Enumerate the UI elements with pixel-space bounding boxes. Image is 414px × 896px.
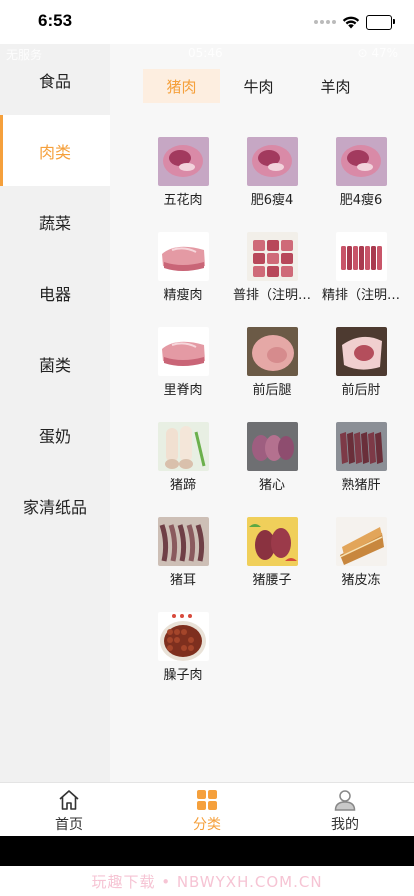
product-item[interactable]: 猪腰子 (228, 517, 316, 587)
tab-category[interactable]: 分类 (138, 783, 276, 837)
pig-trotters-image (157, 422, 209, 471)
pig-liver-image (335, 422, 387, 471)
tab-home-label: 首页 (55, 817, 83, 833)
product-item[interactable]: 熟猪肝 (317, 422, 405, 492)
sidebar-item-label: 肉类 (38, 142, 71, 162)
product-item[interactable]: 前后腿 (228, 327, 316, 397)
sidebar-item-label: 蔬菜 (38, 213, 71, 233)
category-grid-icon (197, 790, 217, 810)
product-label: 熟猪肝 (341, 477, 381, 492)
category-sidebar: 食品肉类蔬菜电器菌类蛋奶家清纸品 (0, 44, 110, 782)
product-item[interactable]: 精排（注明… (317, 232, 405, 302)
spare-ribs-image (335, 232, 387, 281)
product-item[interactable]: 肥4瘦6 (317, 137, 405, 207)
product-item[interactable]: 臊子肉 (139, 612, 227, 682)
product-label: 猪耳 (169, 572, 196, 587)
product-item[interactable]: 肥6瘦4 (228, 137, 316, 207)
product-item[interactable]: 猪蹄 (139, 422, 227, 492)
sidebar-item[interactable]: 家清纸品 (0, 470, 110, 541)
sidebar-item[interactable]: 菌类 (0, 328, 110, 399)
pig-heart-image (246, 422, 298, 471)
sidebar-item-label: 蛋奶 (38, 426, 71, 446)
pork-jelly-image (335, 517, 387, 566)
product-label: 前后腿 (252, 382, 292, 397)
product-label: 精排（注明… (321, 287, 400, 302)
wifi-icon (342, 16, 360, 28)
battery-icon (366, 14, 395, 30)
category-content: 猪肉 牛肉 羊肉 五花肉 肥6瘦4 肥4瘦6 精瘦肉 普排（注明… 精排（注明… 里脊肉 前后腿 前… (110, 44, 414, 782)
pork-belly-image (246, 137, 298, 186)
pork-belly-image (335, 137, 387, 186)
product-item[interactable]: 前后肘 (317, 327, 405, 397)
sidebar-item[interactable]: 蛋奶 (0, 399, 110, 470)
pork-belly-image (157, 137, 209, 186)
cellular-signal-icon (314, 20, 336, 24)
pig-ear-image (157, 517, 209, 566)
tenderloin-image (157, 327, 209, 376)
meat-subtabs: 猪肉 牛肉 羊肉 (143, 69, 374, 103)
home-indicator-area (0, 836, 414, 866)
tab-profile[interactable]: 我的 (276, 783, 414, 837)
status-time: 6:53 (38, 11, 73, 30)
subtab[interactable]: 牛肉 (220, 69, 297, 103)
subtab[interactable]: 羊肉 (297, 69, 374, 103)
product-label: 肥4瘦6 (339, 192, 383, 207)
product-item[interactable]: 猪耳 (139, 517, 227, 587)
product-label: 里脊肉 (163, 382, 203, 397)
sidebar-item-label: 家清纸品 (22, 497, 87, 517)
product-label: 前后肘 (341, 382, 381, 397)
tab-profile-label: 我的 (331, 817, 359, 833)
sidebar-item-label: 菌类 (38, 355, 71, 375)
sidebar-item[interactable]: 肉类 (0, 115, 110, 186)
product-label: 普排（注明… (232, 287, 311, 302)
product-item[interactable]: 猪心 (228, 422, 316, 492)
product-label: 臊子肉 (163, 667, 203, 682)
tab-category-label: 分类 (193, 817, 221, 833)
sidebar-item-label: 电器 (38, 284, 71, 304)
product-label: 五花肉 (163, 192, 203, 207)
minced-pork-image (157, 612, 209, 661)
product-item[interactable]: 精瘦肉 (139, 232, 227, 302)
product-item[interactable]: 猪皮冻 (317, 517, 405, 587)
sidebar-item[interactable]: 电器 (0, 257, 110, 328)
status-bar: 6:53 (0, 0, 414, 44)
status-indicators (314, 14, 395, 30)
sidebar-item-label: 食品 (38, 71, 71, 91)
product-item[interactable]: 里脊肉 (139, 327, 227, 397)
product-label: 精瘦肉 (163, 287, 203, 302)
product-label: 猪心 (258, 477, 285, 492)
pork-hock-image (335, 327, 387, 376)
pork-ribs-image (246, 232, 298, 281)
product-label: 猪蹄 (169, 477, 196, 492)
subtab[interactable]: 猪肉 (143, 69, 220, 103)
sidebar-item[interactable]: 蔬菜 (0, 186, 110, 257)
product-label: 肥6瘦4 (250, 192, 294, 207)
watermark-text: 玩趣下载 • NBWYXH.COM.CN (91, 872, 323, 891)
sidebar-item[interactable]: 食品 (0, 44, 110, 115)
tab-home[interactable]: 首页 (0, 783, 138, 837)
product-item[interactable]: 普排（注明… (228, 232, 316, 302)
pig-kidney-image (246, 517, 298, 566)
bottom-tab-bar: 首页 分类 我的 (0, 782, 414, 836)
pork-leg-image (246, 327, 298, 376)
product-item[interactable]: 五花肉 (139, 137, 227, 207)
product-label: 猪皮冻 (341, 572, 381, 587)
home-icon (59, 790, 79, 810)
profile-icon (334, 790, 356, 811)
lean-pork-image (157, 232, 209, 281)
product-label: 猪腰子 (252, 572, 292, 587)
